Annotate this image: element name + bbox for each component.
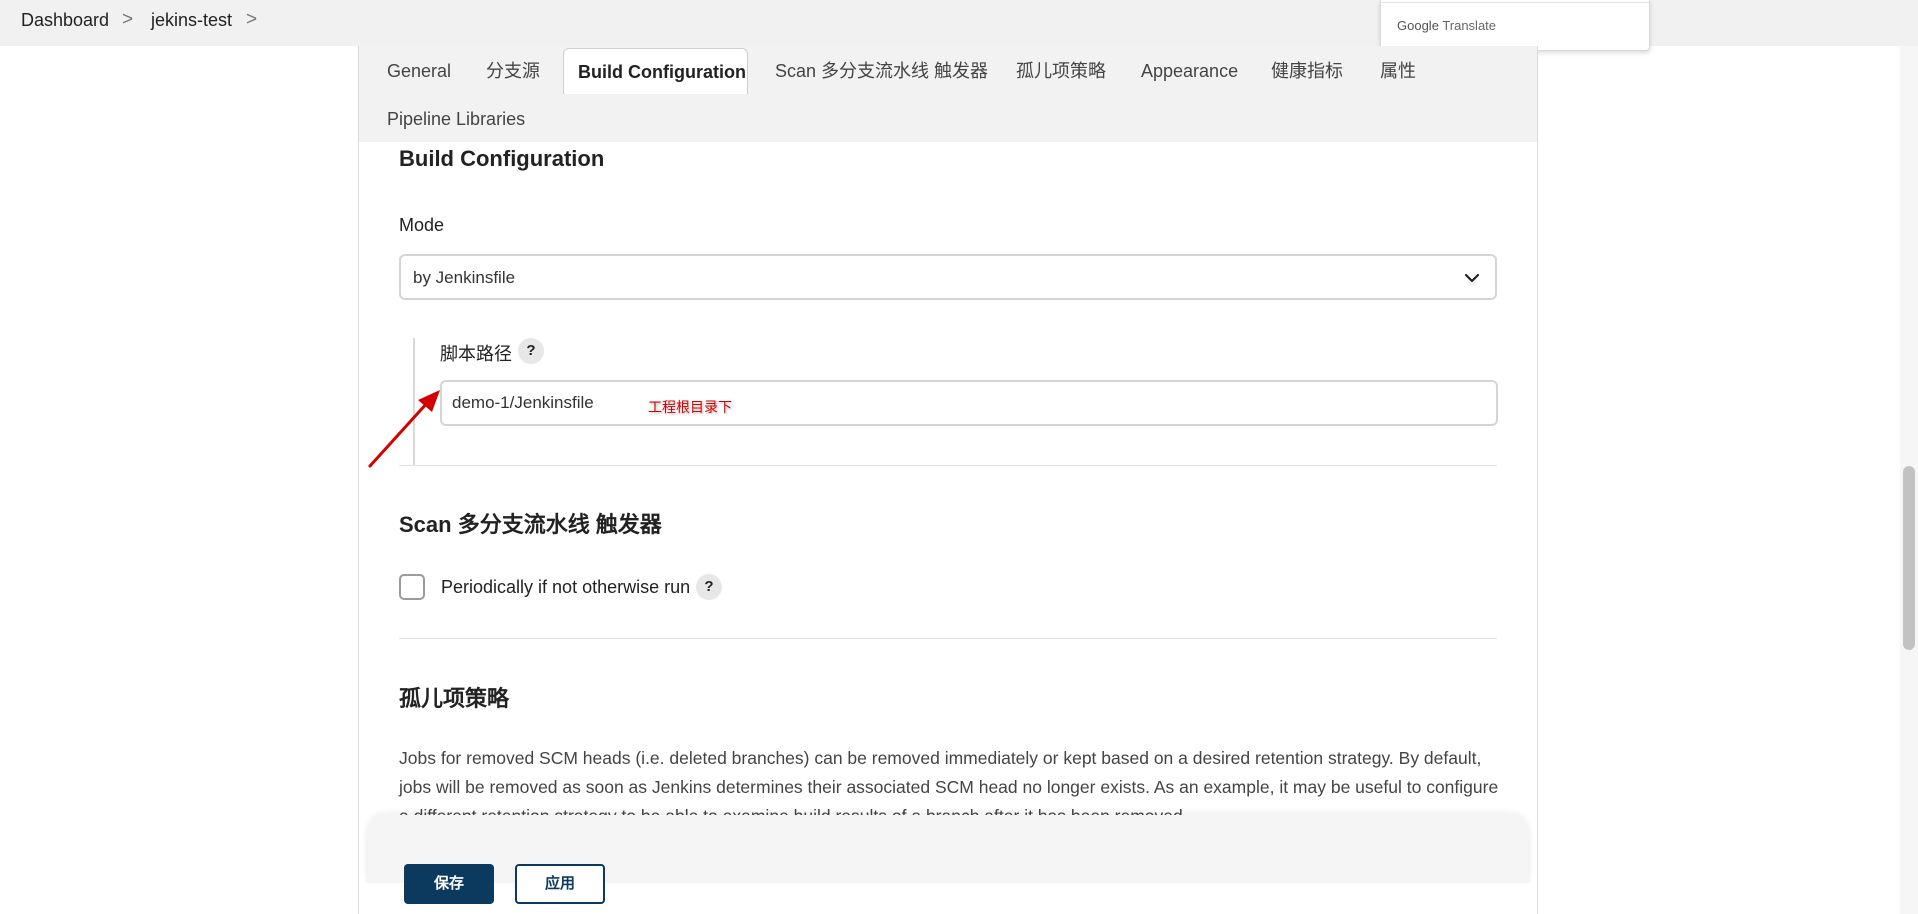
scrollbar-thumb[interactable] — [1903, 466, 1915, 650]
periodically-label[interactable]: Periodically if not otherwise run — [441, 577, 690, 598]
chevron-down-icon — [1464, 273, 1480, 283]
script-path-label: 脚本路径 — [440, 344, 512, 364]
save-button[interactable]: 保存 — [404, 864, 494, 904]
chevron-right-icon: > — [246, 9, 258, 30]
mode-select[interactable]: by Jenkinsfile — [399, 254, 1497, 300]
breadcrumb-dashboard[interactable]: Dashboard — [21, 10, 109, 31]
apply-button[interactable]: 应用 — [515, 864, 605, 904]
build-configuration-section: Build Configuration Mode by Jenkinsfile … — [358, 0, 1538, 914]
script-path-value: demo-1/Jenkinsfile — [452, 393, 594, 412]
section-title-build-configuration: Build Configuration — [399, 146, 605, 171]
script-path-help-icon[interactable]: ? — [518, 338, 544, 364]
chevron-right-icon: > — [122, 9, 134, 30]
section-title-orphan-strategy: 孤儿项策略 — [399, 686, 510, 711]
mode-label: Mode — [399, 215, 445, 235]
periodically-help-icon[interactable]: ? — [696, 574, 722, 600]
annotation-note: 工程根目录下 — [648, 400, 732, 416]
mode-select-value: by Jenkinsfile — [413, 268, 516, 287]
periodically-checkbox[interactable] — [399, 574, 425, 600]
annotation-arrow-icon — [368, 390, 440, 468]
divider — [399, 638, 1497, 639]
divider — [399, 465, 1497, 466]
section-title-scan-triggers: Scan 多分支流水线 触发器 — [399, 512, 662, 537]
breadcrumb-job[interactable]: jekins-test — [151, 10, 232, 31]
script-path-input[interactable]: demo-1/Jenkinsfile — [440, 380, 1498, 426]
